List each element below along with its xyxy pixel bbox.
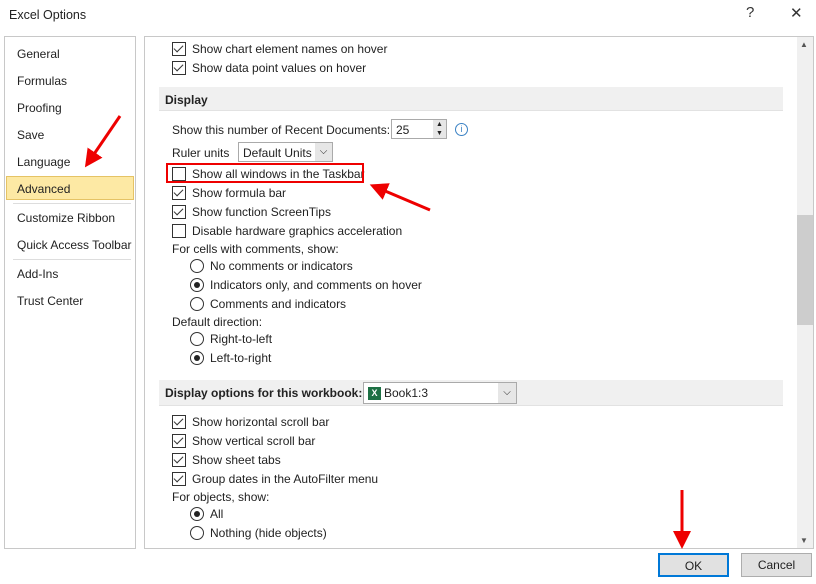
annotation-arrows — [84, 115, 691, 549]
arrow-to-advanced — [84, 115, 122, 168]
arrow-to-taskbar-option — [369, 183, 431, 212]
